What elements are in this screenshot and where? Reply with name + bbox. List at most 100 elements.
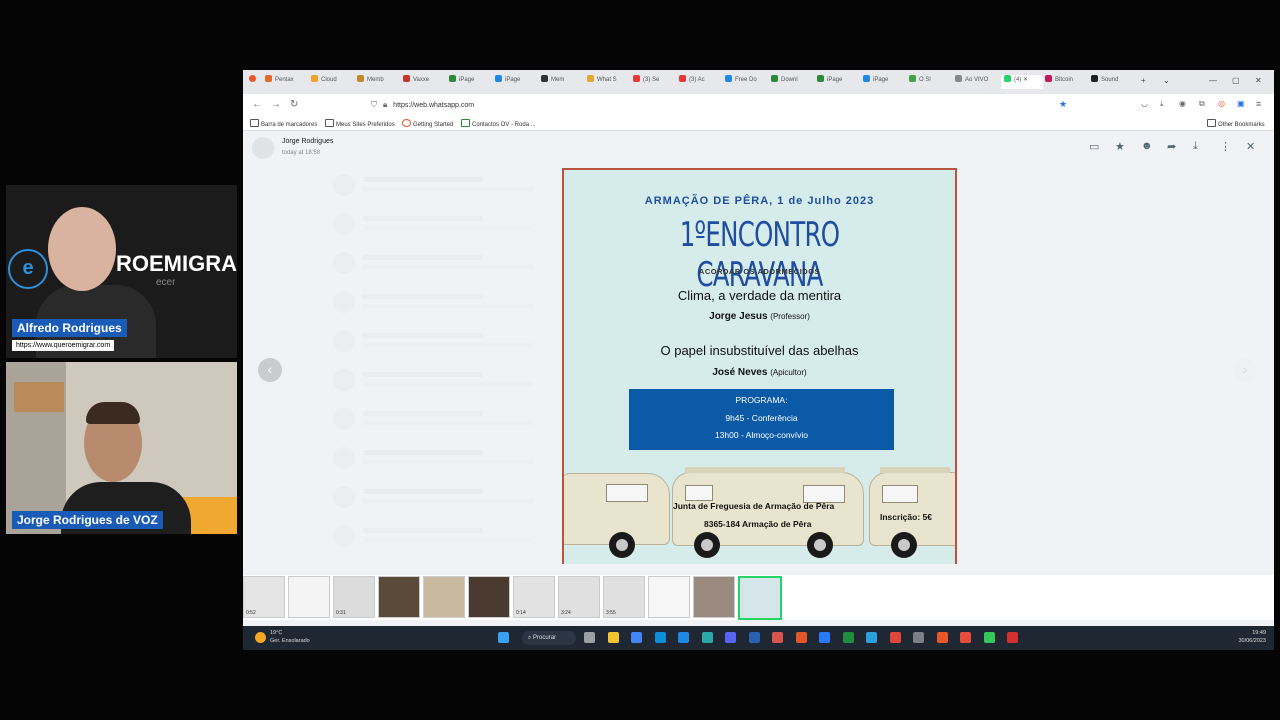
taskbar-app-icon[interactable]	[842, 632, 854, 643]
taskbar-app-icon[interactable]	[795, 632, 807, 643]
address-bar[interactable]: ⛉ 🔒︎ https://web.whatsapp.com	[363, 97, 1073, 113]
chat-row-faded	[333, 171, 563, 199]
taskbar-app-icon[interactable]	[889, 632, 901, 643]
tab-favicon-icon	[863, 75, 870, 82]
taskbar-app-icon[interactable]	[607, 632, 619, 643]
list-tabs-icon[interactable]: ⌄	[1163, 76, 1170, 85]
browser-tab[interactable]: Downl	[771, 75, 813, 89]
extension2-icon[interactable]: ▣	[1237, 99, 1245, 108]
poster-title: 1ºENCONTRO CARAVANA	[679, 215, 840, 295]
forward-icon[interactable]: →	[271, 99, 281, 110]
download-icon[interactable]: ⤓	[1193, 140, 1198, 153]
media-thumbnail[interactable]	[423, 576, 465, 618]
browser-tab[interactable]: Cloud	[311, 75, 353, 89]
browser-tab[interactable]: Ao VIVO	[955, 75, 997, 89]
emoji-icon[interactable]: ☻	[1141, 140, 1153, 152]
account-icon[interactable]: ◉	[1179, 99, 1186, 108]
weather-widget[interactable]: 19°C Ger. Ensolarado	[270, 629, 310, 645]
media-thumbnail[interactable]	[468, 576, 510, 618]
taskbar-app-icon[interactable]	[983, 632, 995, 643]
browser-tab[interactable]: Sound	[1091, 75, 1133, 89]
firefox-menu-icon[interactable]	[249, 75, 259, 89]
browser-tab[interactable]: O Sl	[909, 75, 951, 89]
taskbar-search[interactable]: ⌕ Procurar	[522, 631, 576, 645]
minimize-button[interactable]: —	[1209, 76, 1217, 85]
browser-tab[interactable]: (3) Se	[633, 75, 675, 89]
bookmark-folder[interactable]: Meus Sites Preferidos	[325, 119, 395, 128]
taskbar-app-icon[interactable]	[772, 632, 783, 643]
browser-tab[interactable]: iPage	[449, 75, 491, 89]
browser-tab[interactable]: iPage	[495, 75, 537, 89]
browser-tab[interactable]: Pentax	[265, 75, 307, 89]
menu-icon[interactable]: ⋮	[1220, 140, 1231, 153]
nav-bar: ← → ↻ ⛉ 🔒︎ https://web.whatsapp.com ★ ◡ …	[243, 94, 1274, 116]
taskbar-app-icon[interactable]	[819, 632, 830, 643]
taskbar-app-icon[interactable]	[913, 632, 924, 643]
browser-tab[interactable]: (3) Ac	[679, 75, 721, 89]
media-thumbnail[interactable]	[378, 576, 420, 618]
media-thumbnail[interactable]	[288, 576, 330, 618]
media-thumbnail[interactable]	[648, 576, 690, 618]
bookmark-link[interactable]: Contactos OV - Roda ...	[461, 119, 536, 128]
weather-sun-icon[interactable]	[255, 632, 266, 643]
bookmark-star-icon[interactable]: ★	[1059, 99, 1067, 110]
browser-tab[interactable]: iPage	[817, 75, 859, 89]
maximize-button[interactable]: ▢	[1232, 76, 1240, 85]
program-title: PROGRAMA:	[735, 395, 788, 405]
browser-tab[interactable]: What S	[587, 75, 629, 89]
browser-tab[interactable]: iPage	[863, 75, 905, 89]
star-icon[interactable]: ★	[1115, 140, 1125, 153]
windows-start-icon[interactable]	[498, 632, 509, 643]
media-thumbnail[interactable]: 3:24	[558, 576, 600, 618]
browser-tab[interactable]: Vaxxe	[403, 75, 445, 89]
system-clock[interactable]: 19:49 30/06/2023	[1238, 629, 1266, 645]
browser-tab[interactable]: Bitcoin	[1045, 75, 1087, 89]
program-item: 9h45 - Conferência	[725, 413, 798, 423]
taskbar-app-icon[interactable]	[1007, 632, 1018, 643]
browser-tab[interactable]: Memb	[357, 75, 399, 89]
close-window-button[interactable]: ✕	[1255, 76, 1262, 85]
taskbar-app-icon[interactable]	[748, 632, 760, 643]
bookmark-folder[interactable]: Other Bookmarks	[1207, 119, 1265, 128]
bookmark-folder[interactable]: Barra de marcadores	[250, 119, 317, 128]
tab-favicon-icon	[909, 75, 916, 82]
tab-close-icon[interactable]: ✕	[1021, 77, 1028, 83]
new-tab-button[interactable]: +	[1141, 76, 1146, 85]
tab-favicon-icon	[357, 75, 364, 82]
media-thumbnail[interactable]	[738, 576, 782, 620]
thumbnail-duration: 3:24	[561, 610, 571, 616]
downloads-icon[interactable]: ⤓	[1160, 99, 1164, 109]
address-text: 8365-184 Armação de Pêra	[704, 519, 812, 529]
taskbar-app-icon[interactable]	[678, 632, 689, 643]
browser-tab[interactable]: Free Do	[725, 75, 767, 89]
taskbar-app-icon[interactable]	[866, 632, 877, 643]
taskbar-app-icon[interactable]	[654, 632, 666, 643]
taskbar-app-icon[interactable]	[936, 632, 948, 643]
pocket-icon[interactable]: ◡	[1141, 99, 1148, 108]
app-menu-icon[interactable]: ≡	[1256, 99, 1261, 109]
extensions-icon[interactable]: ⧉	[1199, 99, 1205, 109]
taskbar-app-icon[interactable]	[960, 632, 971, 643]
media-thumbnail[interactable]: 3:55	[603, 576, 645, 618]
previous-arrow-icon[interactable]: ‹	[258, 358, 282, 382]
forward-icon[interactable]: ➦	[1167, 140, 1176, 153]
taskbar-app-icon[interactable]	[584, 632, 595, 643]
back-icon[interactable]: ←	[252, 99, 262, 110]
taskbar-app-icon[interactable]	[631, 632, 642, 643]
reload-icon[interactable]: ↻	[290, 99, 298, 110]
taskbar-app-icon[interactable]	[725, 632, 736, 643]
whatsapp-media-viewer: Jorge Rodrigues today at 18:58 ▭ ★ ☻ ➦ ⤓…	[243, 131, 1274, 626]
media-thumbnail[interactable]: 0:52	[243, 576, 285, 618]
browser-tab[interactable]: Mem	[541, 75, 583, 89]
media-thumbnail[interactable]	[693, 576, 735, 618]
reply-icon[interactable]: ▭	[1089, 140, 1099, 153]
browser-tab[interactable]: (4) ✕	[1001, 75, 1043, 89]
next-arrow-icon[interactable]: ›	[1233, 358, 1257, 382]
media-thumbnail[interactable]: 0:31	[333, 576, 375, 618]
bookmark-link[interactable]: Getting Started	[402, 119, 453, 128]
close-icon[interactable]: ✕	[1246, 140, 1255, 153]
tab-favicon-icon	[817, 75, 824, 82]
media-thumbnail[interactable]: 0:14	[513, 576, 555, 618]
taskbar-app-icon[interactable]	[701, 632, 713, 643]
extension-icon[interactable]: ◎	[1218, 99, 1225, 108]
